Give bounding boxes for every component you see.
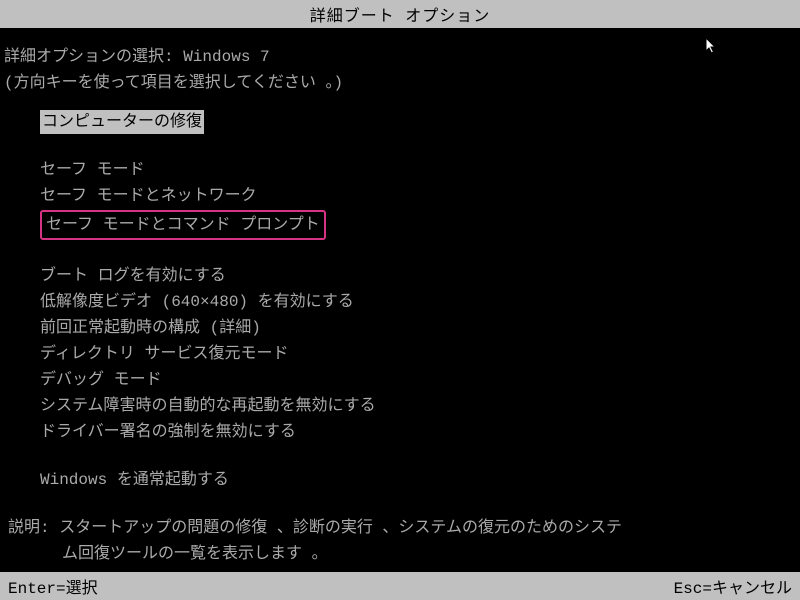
boot-option[interactable]: ディレクトリ サービス復元モード: [40, 342, 288, 366]
menu-group: ブート ログを有効にする低解像度ビデオ (640×480) を有効にする前回正常…: [40, 264, 796, 446]
menu-line: システム障害時の自動的な再起動を無効にする: [40, 394, 796, 420]
boot-option[interactable]: セーフ モード: [40, 158, 145, 182]
menu-group: セーフ モードセーフ モードとネットワークセーフ モードとコマンド プロンプト: [40, 158, 796, 242]
menu-line: デバッグ モード: [40, 368, 796, 394]
boot-option[interactable]: コンピューターの修復: [40, 110, 204, 134]
menu-line: 低解像度ビデオ (640×480) を有効にする: [40, 290, 796, 316]
boot-option[interactable]: ブート ログを有効にする: [40, 264, 226, 288]
description-label: 説明:: [8, 519, 59, 537]
window-title: 詳細ブート オプション: [310, 8, 491, 26]
boot-menu: コンピューターの修復セーフ モードセーフ モードとネットワークセーフ モードとコ…: [4, 110, 796, 494]
boot-option[interactable]: Windows を通常起動する: [40, 468, 229, 492]
selection-prompt: 詳細オプションの選択: Windows 7: [4, 42, 796, 66]
boot-option[interactable]: ドライバー署名の強制を無効にする: [40, 420, 296, 444]
description-line1: スタートアップの問題の修復 、診断の実行 、システムの復元のためのシステ: [59, 519, 622, 537]
menu-line: ドライバー署名の強制を無効にする: [40, 420, 796, 446]
boot-option[interactable]: 低解像度ビデオ (640×480) を有効にする: [40, 290, 354, 314]
menu-line: セーフ モード: [40, 158, 796, 184]
boot-option[interactable]: 前回正常起動時の構成 (詳細): [40, 316, 261, 340]
footer-enter-hint: Enter=選択: [8, 574, 98, 598]
title-bar: 詳細ブート オプション: [0, 0, 800, 28]
content-area: 詳細オプションの選択: Windows 7 (方向キーを使って項目を選択してくだ…: [0, 28, 800, 567]
menu-group: コンピューターの修復: [40, 110, 796, 136]
menu-line: Windows を通常起動する: [40, 468, 796, 494]
instruction-text: (方向キーを使って項目を選択してください 。): [4, 68, 796, 92]
footer-esc-hint: Esc=キャンセル: [674, 574, 792, 598]
footer-bar: Enter=選択 Esc=キャンセル: [0, 572, 800, 600]
description-area: 説明: スタートアップの問題の修復 、診断の実行 、システムの復元のためのシステ…: [4, 516, 796, 567]
menu-line: セーフ モードとコマンド プロンプト: [40, 210, 796, 242]
menu-line: コンピューターの修復: [40, 110, 796, 136]
boot-option[interactable]: セーフ モードとコマンド プロンプト: [40, 210, 326, 240]
boot-option[interactable]: システム障害時の自動的な再起動を無効にする: [40, 394, 376, 418]
boot-option[interactable]: デバッグ モード: [40, 368, 162, 392]
boot-option[interactable]: セーフ モードとネットワーク: [40, 184, 257, 208]
menu-line: セーフ モードとネットワーク: [40, 184, 796, 210]
description-line2: ム回復ツールの一覧を表示します 。: [8, 542, 792, 568]
menu-line: ディレクトリ サービス復元モード: [40, 342, 796, 368]
menu-line: ブート ログを有効にする: [40, 264, 796, 290]
menu-line: 前回正常起動時の構成 (詳細): [40, 316, 796, 342]
menu-group: Windows を通常起動する: [40, 468, 796, 494]
